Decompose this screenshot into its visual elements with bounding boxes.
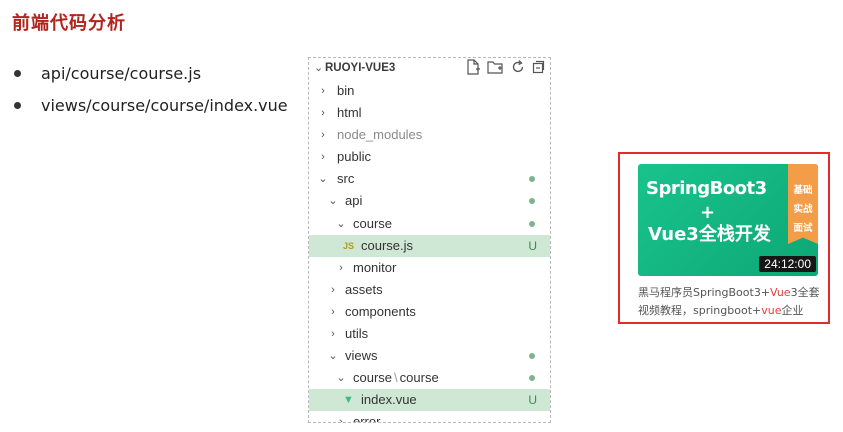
bullet-text: views/course/course/index.vue: [41, 95, 288, 115]
tree-item-course[interactable]: ⌄ course: [309, 213, 550, 235]
git-modified-dot-icon: [529, 353, 535, 360]
ribbon-tag: 基础: [793, 185, 813, 196]
slide-title: 前端代码分析: [12, 13, 126, 34]
vue-file-icon: ▼: [343, 394, 354, 407]
tree-item-index-vue[interactable]: ▼ index.vue U: [309, 389, 550, 412]
ribbon-tag: 面试: [793, 223, 813, 234]
chevron-down-icon: ⌄: [336, 217, 346, 230]
tree-item-course-js[interactable]: JS course.js U: [309, 234, 550, 257]
thumbnail-title-line3: Vue3全栈开发: [648, 224, 771, 245]
tree-item-assets[interactable]: › assets: [309, 279, 550, 301]
folder-name-part: course: [399, 370, 439, 386]
collapse-all-icon[interactable]: [532, 59, 546, 80]
course-video-card[interactable]: SpringBoot3 + Vue3全栈开发 基础 实战 面试 24:12:00…: [618, 152, 830, 324]
tree-item-src[interactable]: ⌄ src: [309, 168, 550, 190]
chevron-right-icon: ›: [331, 305, 335, 318]
video-duration: 24:12:00: [759, 256, 816, 272]
new-folder-icon[interactable]: [487, 59, 504, 80]
chevron-right-icon: ›: [321, 85, 325, 97]
js-file-icon: JS: [343, 240, 355, 251]
bullet-text: api/course/course.js: [41, 63, 202, 83]
tree-item-utils[interactable]: › utils: [309, 323, 550, 345]
chevron-right-icon: ›: [331, 283, 335, 296]
git-untracked-badge: U: [528, 393, 537, 408]
chevron-right-icon: ›: [331, 328, 335, 341]
git-untracked-badge: U: [528, 238, 537, 253]
tree-item-html[interactable]: › html: [309, 102, 550, 124]
bullet-dot-icon: [14, 69, 21, 77]
git-modified-dot-icon: [529, 176, 535, 183]
git-modified-dot-icon: [529, 220, 535, 227]
chevron-right-icon: ›: [321, 107, 325, 120]
file-tree: › bin › html › node_modules › public ⌄ s…: [309, 80, 550, 423]
chevron-down-icon: ⌄: [336, 372, 346, 385]
collapse-project-icon[interactable]: ⌄: [314, 61, 323, 74]
tree-item-error[interactable]: › error: [309, 411, 550, 423]
bullet-item: views/course/course/index.vue: [14, 89, 288, 121]
tree-item-monitor[interactable]: › monitor: [309, 257, 550, 279]
bullet-dot-icon: [14, 101, 21, 109]
tree-item-public[interactable]: › public: [309, 146, 550, 168]
new-file-icon[interactable]: [466, 59, 480, 80]
chevron-down-icon: ⌄: [318, 173, 328, 186]
course-thumbnail[interactable]: SpringBoot3 + Vue3全栈开发 基础 实战 面试 24:12:00: [638, 164, 818, 276]
tree-item-api[interactable]: ⌄ api: [309, 190, 550, 212]
tree-item-node-modules[interactable]: › node_modules: [309, 124, 550, 146]
chevron-right-icon: ›: [339, 416, 343, 423]
tag-ribbon: 基础 实战 面试: [788, 164, 818, 244]
tree-item-bin[interactable]: › bin: [309, 80, 550, 102]
git-modified-dot-icon: [529, 375, 535, 382]
thumbnail-title-line1: SpringBoot3: [646, 178, 767, 199]
git-modified-dot-icon: [529, 198, 535, 205]
chevron-right-icon: ›: [321, 151, 325, 164]
explorer-header: ⌄ RUOYI-VUE3: [309, 58, 550, 80]
bullet-item: api/course/course.js: [14, 57, 288, 89]
tree-item-components[interactable]: › components: [309, 301, 550, 323]
chevron-right-icon: ›: [339, 261, 343, 274]
folder-name-part: course: [353, 370, 393, 386]
project-name[interactable]: RUOYI-VUE3: [325, 62, 395, 74]
chevron-down-icon: ⌄: [328, 350, 338, 363]
chevron-down-icon: ⌄: [328, 195, 338, 208]
file-explorer: ⌄ RUOYI-VUE3 › bin › html › node_modules…: [308, 57, 551, 423]
chevron-right-icon: ›: [321, 129, 325, 142]
path-separator-icon: \: [394, 370, 398, 386]
tree-item-course-course[interactable]: ⌄ course \ course: [309, 367, 550, 389]
refresh-icon[interactable]: [511, 59, 525, 80]
course-description[interactable]: 黑马程序员SpringBoot3+Vue3全套视频教程，springboot+v…: [638, 284, 823, 320]
ribbon-tag: 实战: [793, 204, 813, 215]
tree-item-views[interactable]: ⌄ views: [309, 345, 550, 367]
bullet-list: api/course/course.js views/course/course…: [14, 57, 288, 121]
